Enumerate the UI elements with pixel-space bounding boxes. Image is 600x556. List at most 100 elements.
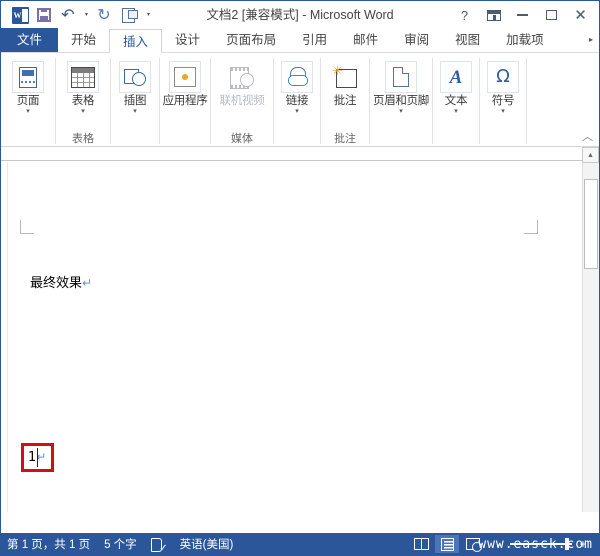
chevron-down-icon[interactable]: ▾ [399, 108, 403, 116]
paragraph-mark: ↵ [82, 276, 93, 290]
ribbon-button-apps[interactable]: 应用程序 [160, 58, 210, 107]
maximize-button[interactable] [537, 2, 566, 28]
undo-dropdown-icon[interactable]: ▾ [81, 4, 91, 26]
view-print-layout[interactable] [435, 535, 459, 553]
undo-icon[interactable]: ↶ [57, 4, 79, 26]
word-logo-letter: W [13, 10, 22, 20]
tab-mailings[interactable]: 邮件 [340, 28, 391, 52]
tab-file[interactable]: 文件 [1, 28, 59, 52]
page-break-icon [12, 61, 44, 93]
chevron-down-icon[interactable]: ▾ [81, 108, 85, 116]
ribbon-group-header-footer: 页眉和页脚 ▾ [370, 56, 432, 147]
ribbon-group-label [433, 132, 479, 147]
header-footer-icon [385, 61, 417, 93]
ribbon-button-label: 表格 [71, 95, 95, 107]
ribbon-group-label [160, 132, 210, 147]
collapse-ribbon-icon[interactable]: ︿ [582, 128, 593, 144]
ribbon-button-illustrations[interactable]: 插图 ▾ [111, 58, 159, 116]
minimize-button[interactable] [508, 2, 537, 28]
view-buttons [409, 535, 485, 553]
watermark-easck-url: www.easck.com [478, 537, 593, 552]
ribbon-button-label: 插图 [123, 95, 147, 107]
ribbon-group-comments: 批注 批注 [321, 56, 369, 147]
ribbon: 页面 ▾ 表格 ▾ 表格 插图 ▾ 应用程序 联机视频 媒体 链接 ▾ ✳ 批注… [1, 53, 599, 147]
tab-references[interactable]: 引用 [289, 28, 340, 52]
tab-home[interactable]: 开始 [58, 28, 109, 52]
ribbon-button-links[interactable]: 链接 ▾ [274, 58, 320, 116]
ribbon-button-pages[interactable]: 页面 ▾ [1, 58, 55, 116]
ribbon-button-label: 文本 [444, 95, 468, 107]
save-icon[interactable] [33, 4, 55, 26]
ribbon-group-label: 媒体 [231, 133, 253, 145]
ribbon-button-label: 链接 [285, 95, 309, 107]
chevron-down-icon[interactable]: ▾ [133, 108, 137, 116]
status-word-count[interactable]: 5 个字 [104, 536, 137, 552]
ribbon-group-symbols: Ω 符号 ▾ [480, 56, 526, 147]
ribbon-button-comment[interactable]: 批注 [321, 58, 369, 108]
chevron-down-icon[interactable]: ▾ [295, 108, 299, 116]
ribbon-group-label: 批注 [334, 133, 356, 145]
document-line-1-text: 最终效果 [30, 276, 83, 291]
word-logo-icon[interactable]: W [9, 4, 31, 26]
help-button[interactable]: ? [450, 2, 479, 28]
horizontal-ruler[interactable] [1, 147, 599, 161]
ribbon-group-label [274, 132, 320, 147]
ribbon-group-label [480, 132, 526, 147]
ribbon-group-apps: 应用程序 [160, 56, 210, 147]
view-read-mode[interactable] [409, 535, 433, 553]
ribbon-group-label [370, 132, 432, 147]
vertical-scrollbar[interactable]: ▲ [582, 147, 599, 512]
tab-review[interactable]: 审阅 [391, 28, 442, 52]
status-language[interactable]: 英语(美国) [180, 536, 234, 552]
ribbon-group-pages: 页面 ▾ [1, 56, 55, 147]
ribbon-group-label [1, 132, 55, 147]
ribbon-button-label: 页面 [16, 95, 40, 107]
ribbon-group-illustrations: 插图 ▾ [111, 56, 159, 147]
chevron-down-icon[interactable]: ▾ [454, 108, 458, 116]
ribbon-tabs: 文件 开始 插入 设计 页面布局 引用 邮件 审阅 视图 加载项 ▸ [1, 28, 599, 53]
ribbon-button-header-footer[interactable]: 页眉和页脚 ▾ [370, 58, 432, 116]
quick-print-icon[interactable] [117, 4, 139, 26]
window-controls: ? ✕ [450, 2, 595, 28]
link-icon [281, 61, 313, 93]
chevron-down-icon[interactable]: ▾ [501, 108, 505, 116]
tab-addins[interactable]: 加载项 [493, 28, 557, 52]
chevron-down-icon[interactable]: ▾ [26, 108, 30, 116]
text-cursor [37, 448, 38, 467]
tabs-overflow-icon[interactable]: ▸ [589, 35, 599, 46]
ribbon-group-label [111, 132, 159, 147]
redo-icon[interactable]: ↻ [93, 4, 115, 26]
title-bar: W ↶ ▾ ↻ ▾ 文档2 [兼容模式] - Microsoft Word ? … [1, 1, 599, 29]
ribbon-display-options-icon[interactable] [479, 2, 508, 28]
close-button[interactable]: ✕ [566, 2, 595, 28]
group-divider [526, 58, 527, 144]
tab-page-layout[interactable]: 页面布局 [213, 28, 289, 52]
ribbon-group-media: 联机视频 媒体 [211, 56, 273, 147]
proofing-errors-icon[interactable] [150, 537, 168, 554]
word-window: W ↶ ▾ ↻ ▾ 文档2 [兼容模式] - Microsoft Word ? … [0, 0, 600, 556]
document-line-1[interactable]: 最终效果↵ [30, 272, 92, 291]
status-page-count[interactable]: 第 1 页，共 1 页 [7, 536, 90, 552]
ribbon-group-tables: 表格 ▾ 表格 [56, 56, 110, 147]
ribbon-button-text[interactable]: A 文本 ▾ [433, 58, 479, 116]
ribbon-button-online-video[interactable]: 联机视频 [211, 58, 273, 108]
ribbon-group-links: 链接 ▾ [274, 56, 320, 147]
document-page[interactable]: 最终效果↵ 1↵ [7, 162, 576, 512]
ribbon-button-table[interactable]: 表格 ▾ [56, 58, 110, 116]
scrollbar-thumb[interactable] [584, 179, 598, 269]
ribbon-button-label: 联机视频 [219, 95, 265, 107]
omega-symbol-icon: Ω [487, 61, 519, 93]
tab-view[interactable]: 视图 [442, 28, 493, 52]
ribbon-button-label: 符号 [491, 95, 515, 107]
document-area: 最终效果↵ 1↵ ▲ www.wordlm.com Word联盟 易采站长站 [1, 147, 599, 512]
customize-qat-icon[interactable]: ▾ [141, 4, 155, 26]
ribbon-group-label: 表格 [72, 133, 94, 145]
margin-corner-top-right [524, 220, 538, 234]
tab-design[interactable]: 设计 [162, 28, 213, 52]
highlight-box: 1↵ [21, 443, 54, 472]
scroll-up-icon[interactable]: ▲ [582, 147, 599, 163]
text-a-icon: A [440, 61, 472, 93]
tab-insert[interactable]: 插入 [109, 29, 163, 53]
ribbon-button-label: 页眉和页脚 [373, 95, 429, 107]
ribbon-button-symbol[interactable]: Ω 符号 ▾ [480, 58, 526, 116]
